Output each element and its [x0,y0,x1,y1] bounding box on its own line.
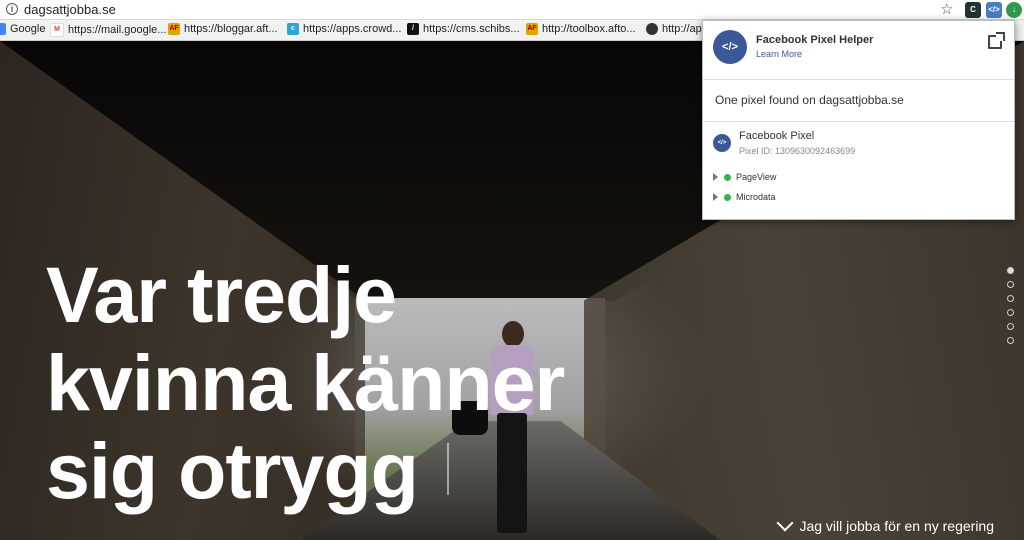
url-text[interactable]: dagsattjobba.se [24,2,116,17]
text-cursor [447,443,449,495]
check-icon [724,193,731,201]
star-icon[interactable]: ☆ [940,0,953,18]
bookmark-ap[interactable]: http://ap [646,23,702,35]
code-brackets-icon: </> [713,134,731,152]
address-bar[interactable]: i dagsattjobba.se ☆ C </> ↓ [0,0,1024,20]
divider [703,121,1014,122]
slide-dot[interactable] [1007,337,1014,344]
open-external-icon[interactable] [988,32,1005,49]
bookmark-gmail[interactable]: M https://mail.google... [50,23,166,37]
download-extension-icon[interactable]: ↓ [1006,2,1022,18]
slide-dot[interactable] [1007,267,1014,274]
slide-dots [1007,267,1015,351]
bookmark-toolbox[interactable]: AF http://toolbox.afto... [526,23,636,35]
globe-icon [646,23,658,35]
pixel-summary: One pixel found on dagsattjobba.se [715,93,904,107]
event-pageview[interactable]: PageView [713,172,776,182]
popup-title: Facebook Pixel Helper [756,34,874,46]
af-icon: AF [526,23,538,35]
pixel-id: Pixel ID: 1309630092463699 [739,146,856,156]
info-icon[interactable]: i [6,3,18,15]
learn-more-link[interactable]: Learn More [756,49,802,59]
scroll-cta-label: Jag vill jobba för en ny regering [799,518,994,534]
hero-headline: Var tredje kvinna känner sig otrygg [46,250,565,515]
expand-triangle-icon [713,193,718,201]
gmail-icon: M [50,23,64,37]
pixel-name: Facebook Pixel [739,130,815,142]
scroll-down-link[interactable]: Jag vill jobba för en ny regering [776,514,994,534]
event-microdata[interactable]: Microdata [713,192,776,202]
chevron-down-icon [776,514,794,532]
check-icon [724,173,731,181]
pixel-helper-popup: </> Facebook Pixel Helper Learn More One… [702,20,1015,220]
slide-dot[interactable] [1007,309,1014,316]
slide-dot[interactable] [1007,281,1014,288]
bookmark-bloggar[interactable]: AF https://bloggar.aft... [168,23,278,35]
pixel-helper-extension-icon[interactable]: </> [986,2,1002,18]
bookmark-schibsted[interactable]: / https://cms.schibs... [407,23,520,35]
slide-dot[interactable] [1007,295,1014,302]
code-brackets-icon: </> [713,30,747,64]
expand-triangle-icon [713,173,718,181]
slide-dot[interactable] [1007,323,1014,330]
af-icon: AF [168,23,180,35]
crowd-icon: c [287,23,299,35]
bookmark-google[interactable]: Google [0,23,45,35]
extension-icon[interactable]: C [965,2,981,18]
bookmark-crowd[interactable]: c https://apps.crowd... [287,23,401,35]
schibsted-icon: / [407,23,419,35]
apps-icon [0,23,6,35]
popup-header: </> Facebook Pixel Helper Learn More [703,21,1014,80]
